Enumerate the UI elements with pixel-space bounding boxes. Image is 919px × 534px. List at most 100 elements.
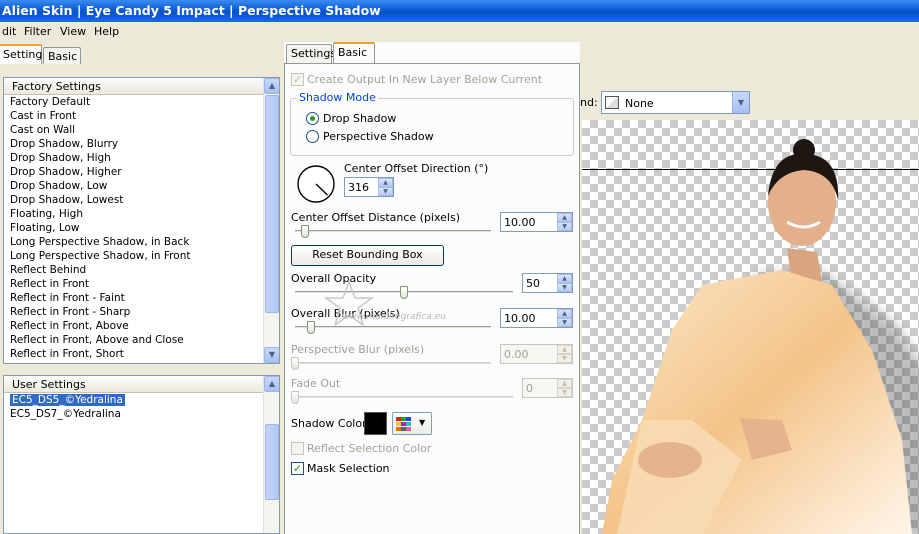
overall-opacity-thumb[interactable] bbox=[400, 286, 408, 299]
center-offset-distance-thumb[interactable] bbox=[300, 225, 309, 238]
factory-setting-item[interactable]: Factory Default bbox=[4, 95, 279, 109]
factory-setting-item[interactable]: Cast in Front bbox=[4, 109, 279, 123]
reflect-selection-label: Reflect Selection Color bbox=[307, 442, 432, 455]
factory-setting-item[interactable]: Floating, Low bbox=[4, 221, 279, 235]
factory-items: Factory Default Cast in Front Cast on Wall… bbox=[4, 95, 279, 361]
shadow-mode-title: Shadow Mode bbox=[297, 91, 378, 104]
factory-setting-label: Reflect in Front, Above and Close bbox=[10, 334, 184, 346]
fade-out-input[interactable]: 0 ▲ ▼ bbox=[522, 378, 573, 398]
chevron-down-icon[interactable]: ▼ bbox=[732, 92, 749, 113]
shadow-color-swatch[interactable] bbox=[364, 412, 387, 435]
menu-edit[interactable]: dit bbox=[2, 25, 16, 38]
menu-view[interactable]: View bbox=[60, 25, 86, 38]
drop-shadow-radio[interactable] bbox=[306, 112, 319, 125]
scroll-down-icon[interactable]: ▼ bbox=[264, 347, 279, 363]
background-value: None bbox=[625, 97, 654, 110]
create-output-checkbox[interactable]: ✓ bbox=[291, 73, 304, 86]
factory-setting-item[interactable]: Long Perspective Shadow, in Front bbox=[4, 249, 279, 263]
perspective-blur-input[interactable]: 0.00 ▲ ▼ bbox=[500, 344, 573, 364]
scroll-up-icon[interactable]: ▲ bbox=[264, 78, 279, 94]
factory-scrollbar[interactable]: ▲ ▼ bbox=[263, 78, 279, 363]
center-offset-direction-input[interactable]: 316 ▲ ▼ bbox=[344, 177, 394, 197]
spin-up-icon[interactable]: ▲ bbox=[557, 309, 572, 318]
factory-setting-label: Reflect in Front - Sharp bbox=[10, 306, 131, 318]
background-swatch-icon bbox=[605, 96, 619, 109]
factory-setting-item[interactable]: Long Perspective Shadow, in Back bbox=[4, 235, 279, 249]
spin-down-icon[interactable]: ▼ bbox=[557, 283, 572, 292]
menu-filter[interactable]: Filter bbox=[24, 25, 51, 38]
user-items: EC5_DS5_©Yedralina EC5_DS7_©Yedralina bbox=[4, 393, 279, 421]
spin-up-icon[interactable]: ▲ bbox=[557, 274, 572, 283]
spin-up-icon[interactable]: ▲ bbox=[378, 178, 393, 187]
factory-setting-label: Drop Shadow, Low bbox=[10, 180, 108, 192]
factory-setting-item[interactable]: Drop Shadow, Blurry bbox=[4, 137, 279, 151]
scroll-up-icon[interactable]: ▲ bbox=[264, 376, 279, 392]
spin-down-icon[interactable]: ▼ bbox=[378, 187, 393, 196]
center-offset-distance-input[interactable]: 10.00 ▲ ▼ bbox=[500, 212, 573, 232]
preview-area: nd: None ▼ bbox=[580, 42, 919, 534]
factory-settings-list: Factory Settings Factory Default Cast in … bbox=[3, 77, 280, 364]
spin-down-icon[interactable]: ▼ bbox=[557, 318, 572, 327]
factory-setting-item[interactable]: Reflect Behind bbox=[4, 263, 279, 277]
factory-setting-item[interactable]: Reflect in Front - Sharp bbox=[4, 305, 279, 319]
overall-blur-value: 10.00 bbox=[504, 312, 536, 325]
factory-setting-item[interactable]: Reflect in Front, Above and Close bbox=[4, 333, 279, 347]
color-picker-button[interactable]: ▼ bbox=[392, 412, 432, 435]
basic-panel: Settings Basic ✓ Create Output In New La… bbox=[284, 42, 580, 534]
scroll-thumb[interactable] bbox=[265, 424, 279, 500]
background-select[interactable]: None ▼ bbox=[601, 91, 750, 114]
perspective-blur-track[interactable] bbox=[295, 362, 491, 365]
factory-setting-item[interactable]: Cast on Wall bbox=[4, 123, 279, 137]
factory-setting-item[interactable]: Reflect in Front, Short bbox=[4, 347, 279, 361]
factory-settings-header: Factory Settings bbox=[4, 78, 279, 95]
user-scrollbar[interactable]: ▲ bbox=[263, 376, 279, 533]
spin-down-icon[interactable]: ▼ bbox=[557, 388, 572, 397]
factory-setting-label: Reflect in Front, Short bbox=[10, 348, 124, 360]
factory-setting-label: Long Perspective Shadow, in Front bbox=[10, 250, 191, 262]
factory-setting-item[interactable]: Drop Shadow, Higher bbox=[4, 165, 279, 179]
scroll-thumb[interactable] bbox=[265, 95, 279, 313]
perspective-shadow-radio[interactable] bbox=[306, 130, 319, 143]
mask-selection-checkbox[interactable]: ✓ bbox=[291, 462, 304, 475]
overall-opacity-input[interactable]: 50 ▲ ▼ bbox=[522, 273, 573, 293]
factory-setting-label: Reflect in Front, Above bbox=[10, 320, 129, 332]
overall-blur-thumb[interactable] bbox=[306, 321, 315, 334]
center-offset-distance-track[interactable] bbox=[295, 230, 491, 233]
factory-setting-label: Reflect in Front bbox=[10, 278, 90, 290]
factory-setting-item[interactable]: Floating, High bbox=[4, 207, 279, 221]
spin-up-icon[interactable]: ▲ bbox=[557, 379, 572, 388]
factory-setting-label: Drop Shadow, Blurry bbox=[10, 138, 119, 150]
spin-up-icon[interactable]: ▲ bbox=[557, 213, 572, 222]
spin-up-icon[interactable]: ▲ bbox=[557, 345, 572, 354]
fade-out-value: 0 bbox=[526, 382, 533, 395]
factory-setting-item[interactable]: Drop Shadow, Lowest bbox=[4, 193, 279, 207]
spin-down-icon[interactable]: ▼ bbox=[557, 222, 572, 231]
perspective-blur-thumb[interactable] bbox=[291, 357, 299, 370]
factory-setting-item[interactable]: Reflect in Front, Above bbox=[4, 319, 279, 333]
overall-blur-input[interactable]: 10.00 ▲ ▼ bbox=[500, 308, 573, 328]
user-setting-item[interactable]: EC5_DS7_©Yedralina bbox=[4, 407, 279, 421]
menu-bar: dit Filter View Help bbox=[0, 22, 919, 42]
tab-basic[interactable]: Basic bbox=[333, 42, 375, 63]
factory-setting-item[interactable]: Reflect in Front - Faint bbox=[4, 291, 279, 305]
fade-out-track[interactable] bbox=[295, 396, 513, 399]
preview-image bbox=[602, 139, 919, 534]
perspective-blur-value: 0.00 bbox=[504, 348, 529, 361]
factory-setting-item[interactable]: Drop Shadow, Low bbox=[4, 179, 279, 193]
tab-settings[interactable]: Settings bbox=[286, 44, 336, 63]
spin-down-icon[interactable]: ▼ bbox=[557, 354, 572, 363]
factory-setting-label: Cast on Wall bbox=[10, 124, 76, 136]
menu-help[interactable]: Help bbox=[94, 25, 119, 38]
preview-canvas[interactable] bbox=[582, 120, 919, 534]
fade-out-thumb[interactable] bbox=[291, 391, 299, 404]
reset-bounding-box-button[interactable]: Reset Bounding Box bbox=[291, 245, 444, 266]
direction-dial-icon[interactable] bbox=[296, 164, 336, 204]
palette-grid-icon bbox=[396, 417, 411, 431]
factory-setting-item[interactable]: Drop Shadow, High bbox=[4, 151, 279, 165]
user-setting-item[interactable]: EC5_DS5_©Yedralina bbox=[4, 393, 279, 407]
reflect-selection-checkbox[interactable] bbox=[291, 442, 304, 455]
factory-setting-item[interactable]: Reflect in Front bbox=[4, 277, 279, 291]
mask-selection-label: Mask Selection bbox=[307, 462, 390, 475]
tab-settings-left[interactable]: Settings bbox=[0, 44, 48, 65]
factory-setting-label: Floating, Low bbox=[10, 222, 80, 234]
